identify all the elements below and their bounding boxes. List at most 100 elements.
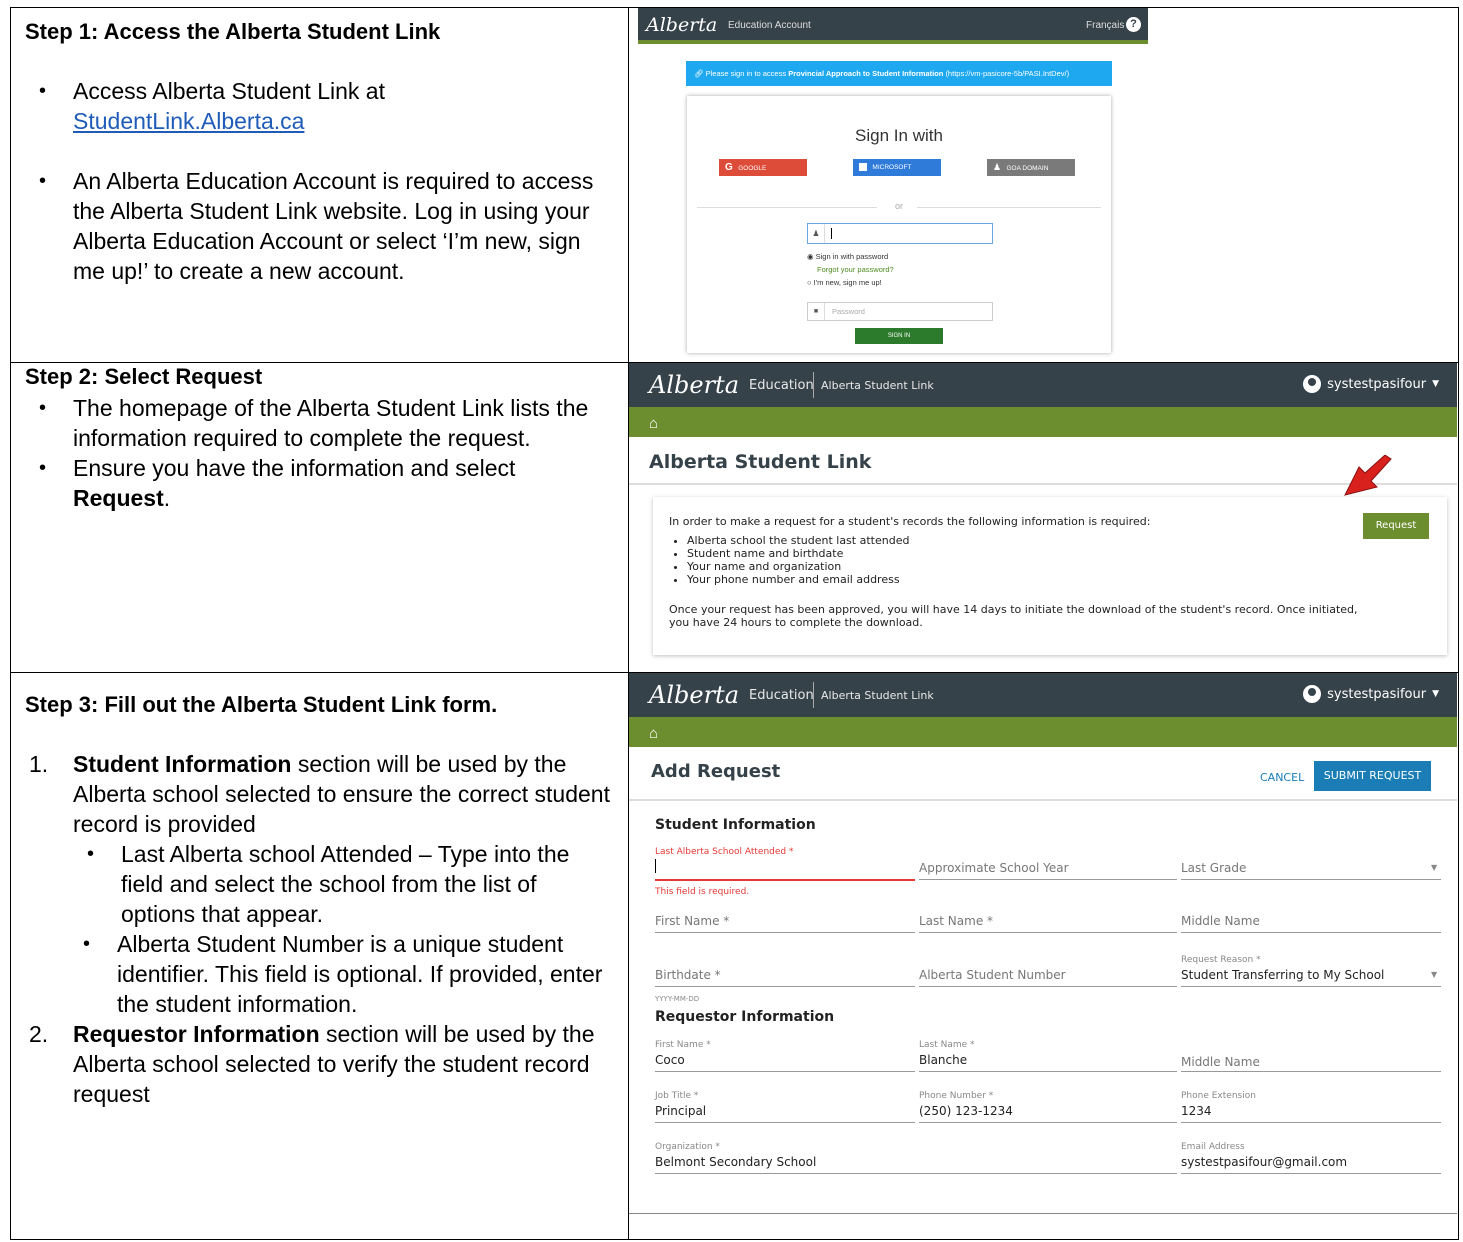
item-number: 2. — [29, 1021, 49, 1047]
info-intro: In order to make a request for a student… — [669, 515, 1151, 528]
instructions-table: Step 1: Access the Alberta Student Link … — [10, 7, 1459, 1240]
step3-item-1: 1. Student Information section will be us… — [29, 749, 614, 1019]
red-arrow-pointer — [1344, 455, 1392, 496]
requestor-info-bold: Requestor Information — [73, 1021, 320, 1047]
item-number: 1. — [29, 751, 49, 777]
education-label: Education — [749, 688, 814, 703]
radio-label: Sign in with password — [815, 252, 889, 261]
home-icon[interactable]: ⌂ — [649, 415, 658, 432]
requirements-list: Alberta school the student last attended… — [687, 534, 909, 586]
page-title: Alberta Student Link — [649, 451, 872, 473]
cancel-button[interactable]: CANCEL — [1260, 771, 1304, 784]
home-icon[interactable]: ⌂ — [649, 725, 658, 742]
francais-link[interactable]: Français — [1086, 20, 1124, 31]
username: systestpasifour — [1327, 376, 1427, 392]
step2-bullet-1: The homepage of the Alberta Student Link… — [39, 393, 614, 453]
required-error: This field is required. — [655, 887, 750, 897]
first-name-field[interactable]: First Name * — [655, 914, 729, 928]
studentlink-url-link[interactable]: StudentLink.Alberta.ca — [73, 108, 304, 134]
header-separator — [813, 682, 814, 708]
middle-name-field[interactable]: Middle Name — [1181, 914, 1260, 928]
last-grade-select[interactable]: Last Grade — [1181, 861, 1246, 875]
phone-number-input[interactable]: (250) 123-1234 — [919, 1104, 1013, 1118]
job-title-input[interactable]: Principal — [655, 1104, 706, 1118]
approx-school-year-field[interactable]: Approximate School Year — [919, 861, 1069, 875]
first-name-underline — [655, 932, 915, 933]
text-cursor — [831, 228, 832, 239]
requestor-info-heading: Requestor Information — [655, 1009, 835, 1025]
job-title-label: Job Title * — [655, 1091, 699, 1101]
birthdate-field[interactable]: Birthdate * — [655, 968, 721, 982]
app-header: Alberta Education Alberta Student Link s… — [629, 673, 1457, 717]
phone-extension-underline — [1181, 1122, 1441, 1123]
asn-field[interactable]: Alberta Student Number — [919, 968, 1066, 982]
user-avatar-icon — [1303, 685, 1322, 703]
user-menu[interactable]: systestpasifour ▼ — [1303, 375, 1439, 393]
education-label: Education — [749, 378, 814, 393]
signin-password-radio[interactable]: ◉ Sign in with password — [807, 252, 888, 261]
google-button[interactable]: G GOOGLE — [719, 159, 807, 176]
phone-number-label: Phone Number * — [919, 1091, 994, 1101]
step1-text-cell: Step 1: Access the Alberta Student Link … — [10, 7, 629, 363]
alberta-logo: Alberta — [649, 681, 739, 709]
last-name-field[interactable]: Last Name * — [919, 914, 993, 928]
requirement-item: Your name and organization — [687, 560, 909, 573]
phone-number-underline — [919, 1122, 1177, 1123]
goa-domain-button[interactable]: ♟ GOA DOMAIN — [987, 159, 1075, 176]
submit-request-button[interactable]: SUBMIT REQUEST — [1314, 761, 1431, 791]
caret-down-icon: ▼ — [1431, 970, 1438, 979]
signin-banner: 🔗︎ Please sign in to access Provincial A… — [686, 61, 1112, 86]
requirement-item: Alberta school the student last attended — [687, 534, 909, 547]
link-icon: 🔗︎ — [694, 69, 704, 78]
google-icon: G — [725, 162, 733, 173]
microsoft-button[interactable]: MICROSOFT — [853, 159, 941, 176]
nav-bar: ⌂ — [629, 407, 1457, 437]
phone-extension-input[interactable]: 1234 — [1181, 1104, 1212, 1118]
banner-prefix: Please sign in to access — [705, 69, 787, 78]
new-signup-radio[interactable]: ○ I'm new, sign me up! — [807, 278, 882, 287]
password-input[interactable]: ■ Password — [807, 302, 993, 321]
alberta-logo: Alberta — [649, 371, 739, 399]
step3-numbered-list: 1. Student Information section will be us… — [25, 749, 614, 1109]
or-separator: or — [894, 201, 903, 211]
education-account-label: Education Account — [728, 20, 811, 31]
nav-bar: ⌂ — [629, 717, 1457, 747]
request-reason-select[interactable]: Student Transferring to My School — [1181, 968, 1384, 982]
user-avatar-icon — [1303, 375, 1322, 393]
user-menu[interactable]: systestpasifour ▼ — [1303, 685, 1439, 703]
signin-button[interactable]: SIGN IN — [855, 328, 943, 344]
form-screenshot: Alberta Education Alberta Student Link s… — [629, 673, 1457, 1228]
text-cursor — [655, 859, 656, 873]
caret-down-icon: ▼ — [1432, 379, 1439, 389]
bottom-divider — [629, 1213, 1457, 1214]
microsoft-icon — [859, 163, 867, 172]
google-label: GOOGLE — [738, 165, 767, 172]
r-middle-name-field[interactable]: Middle Name — [1181, 1055, 1260, 1069]
step2-bullet-2-end: . — [163, 485, 171, 511]
organization-underline — [655, 1173, 1177, 1174]
step2-bullet-2-text: Ensure you have the information and sele… — [73, 455, 516, 481]
step2-title: Step 2: Select Request — [25, 364, 263, 389]
r-last-name-underline — [919, 1071, 1177, 1072]
r-last-name-input[interactable]: Blanche — [919, 1053, 967, 1067]
r-first-name-input[interactable]: Coco — [655, 1053, 685, 1067]
username-input[interactable]: ♟ — [807, 223, 993, 244]
r-middle-name-underline — [1181, 1071, 1441, 1072]
email-input[interactable]: systestpasifour@gmail.com — [1181, 1155, 1347, 1169]
title-underline — [629, 483, 1457, 485]
step1-bullet-1-text: Access Alberta Student Link at — [73, 78, 385, 104]
app-header: Alberta Education Alberta Student Link s… — [629, 363, 1457, 407]
step2-row: Step 2: Select Request The homepage of t… — [10, 362, 1459, 673]
download-note: Once your request has been approved, you… — [669, 603, 1358, 629]
user-icon: ♟ — [808, 224, 825, 243]
help-icon[interactable]: ? — [1126, 17, 1141, 32]
student-info-heading: Student Information — [655, 817, 816, 833]
banner-bold: Provincial Approach to Student Informati… — [788, 69, 944, 78]
forgot-password-link[interactable]: Forgot your password? — [817, 265, 894, 274]
organization-input[interactable]: Belmont Secondary School — [655, 1155, 816, 1169]
step3-screenshot-cell: Alberta Education Alberta Student Link s… — [628, 672, 1459, 1240]
r-first-name-label: First Name * — [655, 1040, 711, 1050]
step3-title: Step 3: Fill out the Alberta Student Lin… — [25, 692, 498, 717]
last-school-input[interactable] — [655, 879, 915, 881]
request-reason-underline — [1181, 986, 1441, 987]
